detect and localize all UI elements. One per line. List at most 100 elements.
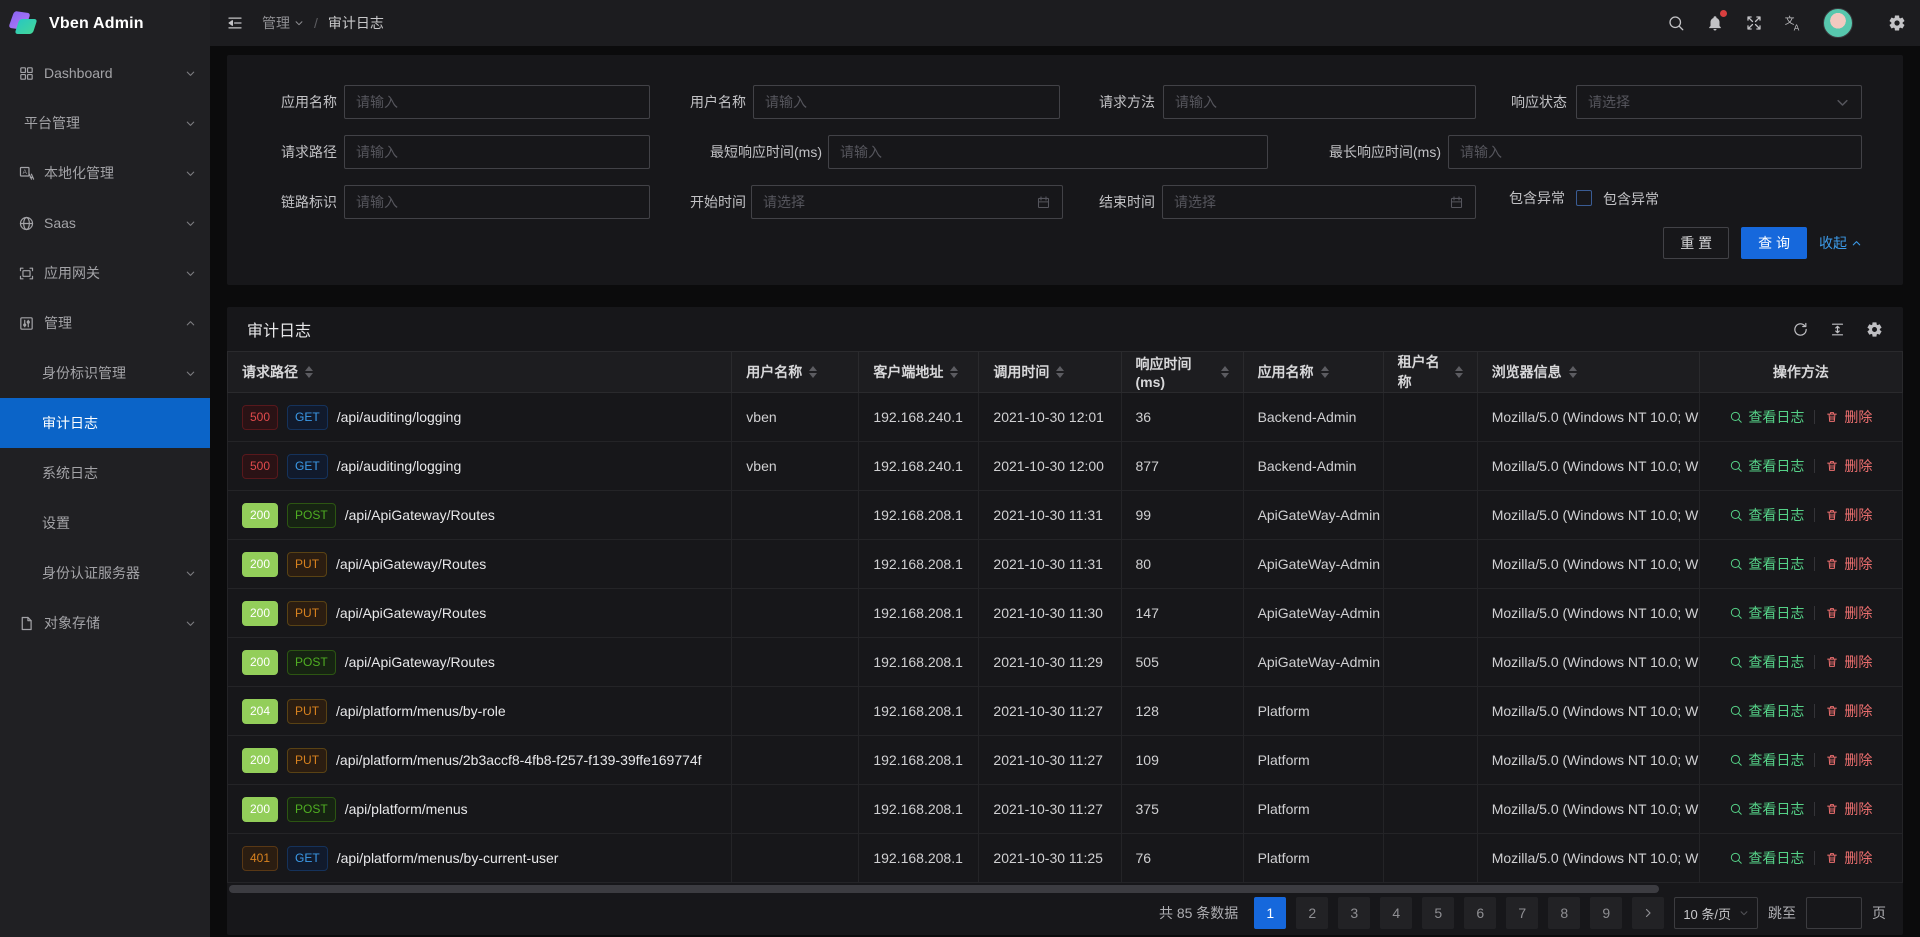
sort-caret-icon[interactable] [1455, 366, 1463, 378]
refresh-icon[interactable] [1792, 321, 1809, 338]
delete-link[interactable]: 删除 [1825, 848, 1872, 868]
sort-caret-icon[interactable] [950, 366, 958, 378]
sidebar-item-应用网关[interactable]: 应用网关 [0, 248, 210, 298]
page-button-6[interactable]: 6 [1464, 897, 1496, 929]
page-button-1[interactable]: 1 [1254, 897, 1286, 929]
breadcrumb-parent[interactable]: 管理 [262, 13, 290, 33]
min-response-time-input[interactable] [828, 135, 1268, 169]
view-log-link[interactable]: 查看日志 [1729, 848, 1804, 868]
translate-icon[interactable]: 文A [1784, 14, 1802, 32]
start-time-picker[interactable]: 请选择 [751, 185, 1063, 219]
page-button-4[interactable]: 4 [1380, 897, 1412, 929]
app-logo[interactable]: Vben Admin [0, 0, 210, 48]
sidebar-item-审计日志[interactable]: 审计日志 [0, 398, 210, 448]
column-header-label: 租户名称 [1398, 352, 1448, 392]
reset-button[interactable]: 重 置 [1663, 227, 1729, 259]
app-name: Backend-Admin [1243, 393, 1383, 442]
settings-gear-icon[interactable] [1888, 14, 1906, 32]
svg-text:A: A [23, 169, 28, 176]
view-log-link[interactable]: 查看日志 [1729, 652, 1804, 672]
trace-id-input[interactable] [344, 185, 650, 219]
next-page-button[interactable] [1632, 897, 1664, 929]
has-exception-checkbox[interactable] [1576, 190, 1592, 206]
row-height-icon[interactable] [1829, 321, 1846, 338]
user-name [732, 540, 859, 589]
sidebar-collapse-icon[interactable] [226, 14, 244, 32]
user-name [732, 687, 859, 736]
sort-caret-icon[interactable] [1056, 366, 1064, 378]
page-button-7[interactable]: 7 [1506, 897, 1538, 929]
search-icon[interactable] [1667, 14, 1685, 32]
sort-caret-icon[interactable] [1321, 366, 1329, 378]
end-time-picker[interactable]: 请选择 [1162, 185, 1476, 219]
response-time: 109 [1121, 736, 1243, 785]
fullscreen-icon[interactable] [1745, 14, 1763, 32]
delete-link[interactable]: 删除 [1825, 701, 1872, 721]
delete-link[interactable]: 删除 [1825, 603, 1872, 623]
sidebar-item-身份标识管理[interactable]: 身份标识管理 [0, 348, 210, 398]
view-log-link[interactable]: 查看日志 [1729, 799, 1804, 819]
page-button-2[interactable]: 2 [1296, 897, 1328, 929]
view-log-link[interactable]: 查看日志 [1729, 701, 1804, 721]
view-log-link[interactable]: 查看日志 [1729, 407, 1804, 427]
query-button[interactable]: 查 询 [1741, 227, 1807, 259]
sidebar-item-系统日志[interactable]: 系统日志 [0, 448, 210, 498]
max-response-time-input[interactable] [1448, 135, 1862, 169]
view-log-link[interactable]: 查看日志 [1729, 554, 1804, 574]
table-row: 401GET/api/platform/menus/by-current-use… [228, 834, 1903, 883]
jump-to-page-input[interactable] [1806, 897, 1862, 929]
column-header-label: 用户名称 [746, 362, 802, 382]
request-path: /api/ApiGateway/Routes [345, 654, 495, 670]
notification-bell-icon[interactable] [1706, 14, 1724, 32]
delete-link[interactable]: 删除 [1825, 750, 1872, 770]
request-path-input[interactable] [344, 135, 650, 169]
view-log-link[interactable]: 查看日志 [1729, 456, 1804, 476]
request-method-input[interactable] [1163, 85, 1476, 119]
delete-link[interactable]: 删除 [1825, 505, 1872, 525]
sidebar-item-身份认证服务器[interactable]: 身份认证服务器 [0, 548, 210, 598]
page-button-8[interactable]: 8 [1548, 897, 1580, 929]
delete-link[interactable]: 删除 [1825, 554, 1872, 574]
sort-caret-icon[interactable] [1569, 366, 1577, 378]
sidebar-item-设置[interactable]: 设置 [0, 498, 210, 548]
sidebar-item-管理[interactable]: 管理 [0, 298, 210, 348]
column-header-请求路径[interactable]: 请求路径 [228, 352, 732, 393]
sidebar-item-对象存储[interactable]: 对象存储 [0, 598, 210, 648]
column-header-响应时间(ms)[interactable]: 响应时间(ms) [1121, 352, 1243, 393]
column-header-应用名称[interactable]: 应用名称 [1243, 352, 1383, 393]
column-settings-gear-icon[interactable] [1866, 321, 1883, 338]
view-log-link[interactable]: 查看日志 [1729, 750, 1804, 770]
app-name: ApiGateWay-Admin [1243, 589, 1383, 638]
page-button-5[interactable]: 5 [1422, 897, 1454, 929]
user-name-input[interactable] [753, 85, 1060, 119]
horizontal-scrollbar-thumb[interactable] [229, 885, 1659, 893]
delete-link[interactable]: 删除 [1825, 407, 1872, 427]
sidebar-item-Dashboard[interactable]: Dashboard [0, 48, 210, 98]
field-label-request-path: 请求路径 [247, 135, 337, 169]
sort-caret-icon[interactable] [1221, 366, 1229, 378]
delete-link[interactable]: 删除 [1825, 799, 1872, 819]
sidebar-item-Saas[interactable]: Saas [0, 198, 210, 248]
column-header-浏览器信息[interactable]: 浏览器信息 [1477, 352, 1699, 393]
delete-link[interactable]: 删除 [1825, 456, 1872, 476]
sidebar-item-本地化管理[interactable]: A本地化管理 [0, 148, 210, 198]
collapse-form-link[interactable]: 收起 [1819, 233, 1862, 253]
page-button-9[interactable]: 9 [1590, 897, 1622, 929]
page-size-select[interactable]: 10 条/页 [1674, 897, 1758, 929]
sidebar-item-平台管理[interactable]: 平台管理 [0, 98, 210, 148]
user-avatar[interactable] [1823, 8, 1853, 38]
sort-caret-icon[interactable] [305, 366, 313, 378]
sort-caret-icon[interactable] [809, 366, 817, 378]
app-name-input[interactable] [344, 85, 650, 119]
column-header-调用时间[interactable]: 调用时间 [979, 352, 1121, 393]
column-header-用户名称[interactable]: 用户名称 [732, 352, 859, 393]
view-log-link[interactable]: 查看日志 [1729, 505, 1804, 525]
column-header-客户端地址[interactable]: 客户端地址 [859, 352, 979, 393]
delete-link[interactable]: 删除 [1825, 652, 1872, 672]
status-badge: 200 [242, 650, 278, 675]
page-button-3[interactable]: 3 [1338, 897, 1370, 929]
grid-icon [18, 65, 35, 82]
column-header-租户名称[interactable]: 租户名称 [1383, 352, 1477, 393]
view-log-link[interactable]: 查看日志 [1729, 603, 1804, 623]
response-status-select[interactable]: 请选择 [1576, 85, 1862, 119]
